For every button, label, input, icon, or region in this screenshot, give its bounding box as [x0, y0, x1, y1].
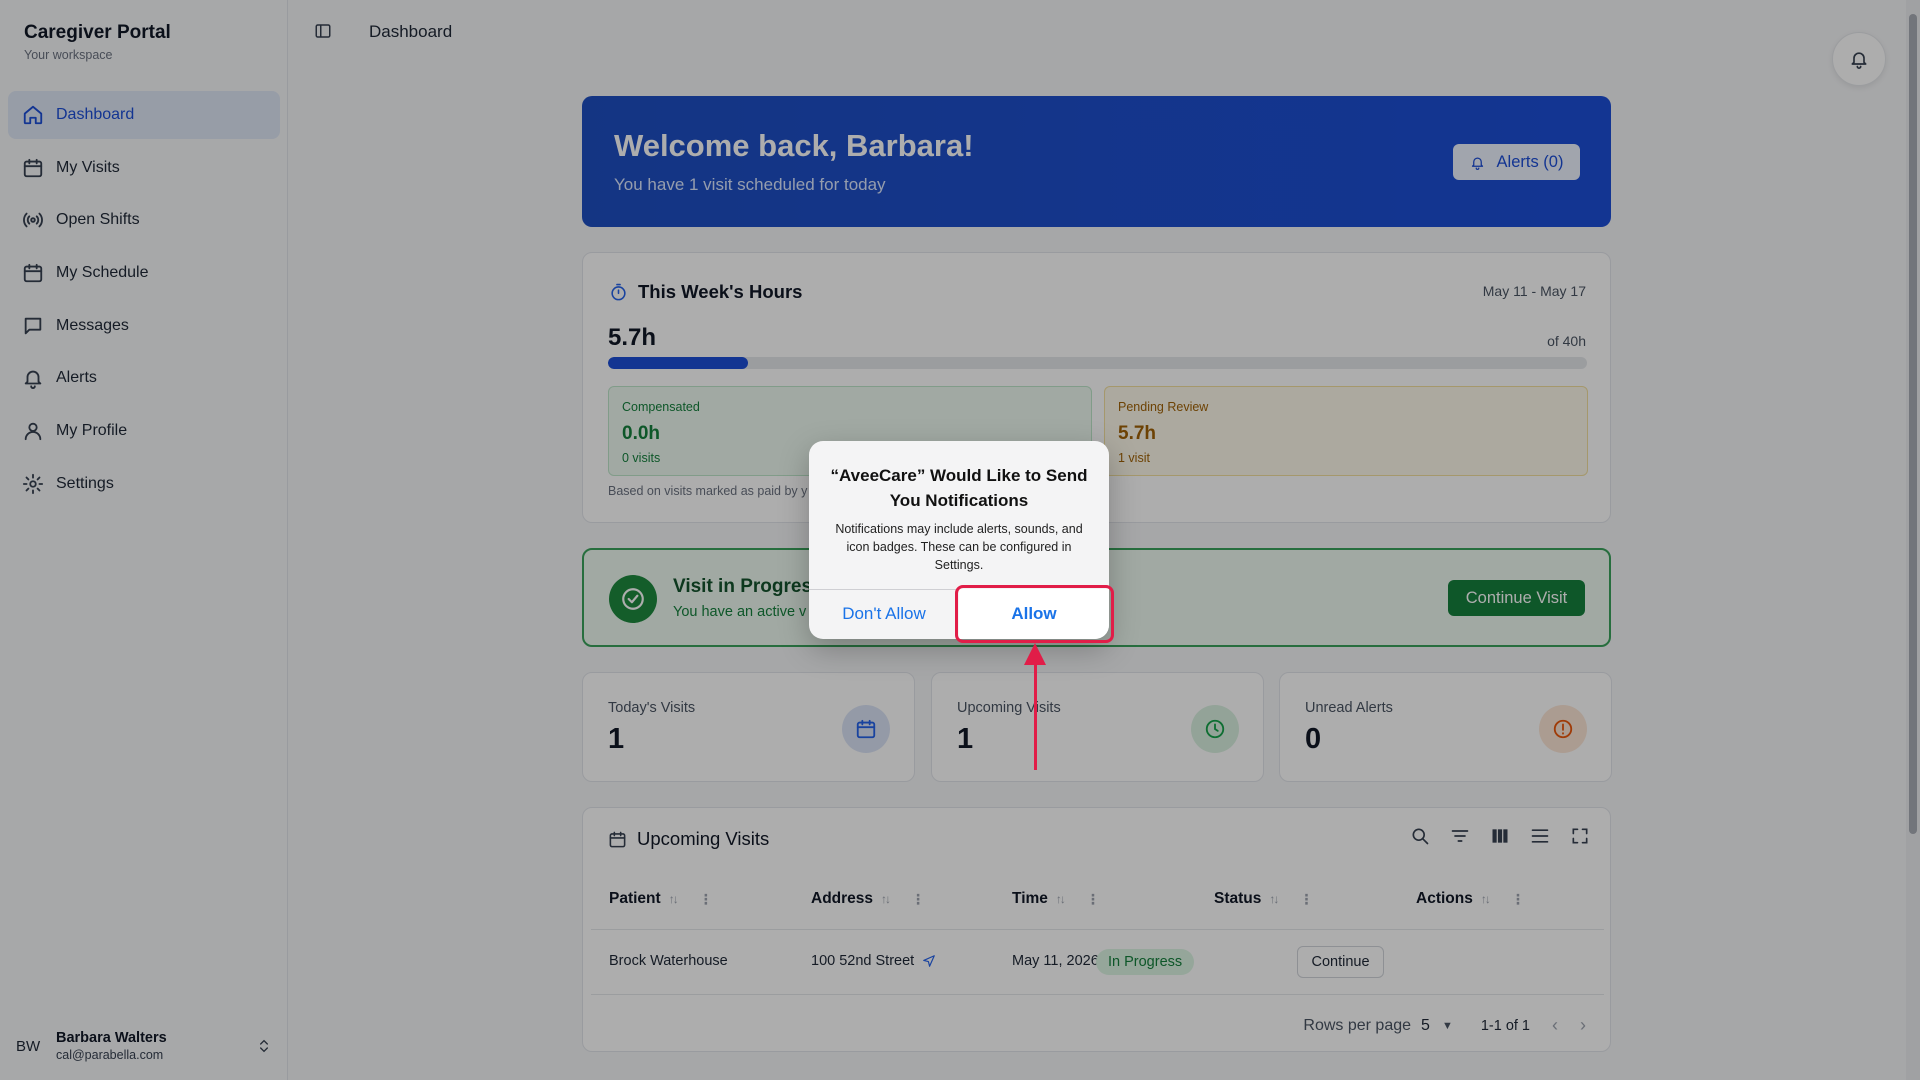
allow-highlight-box	[955, 585, 1114, 643]
dont-allow-button[interactable]: Don't Allow	[809, 589, 959, 639]
dialog-title: “AveeCare” Would Like to Send You Notifi…	[830, 466, 1088, 510]
dialog-body: Notifications may include alerts, sounds…	[835, 522, 1083, 572]
annotation-arrow	[1034, 656, 1037, 770]
